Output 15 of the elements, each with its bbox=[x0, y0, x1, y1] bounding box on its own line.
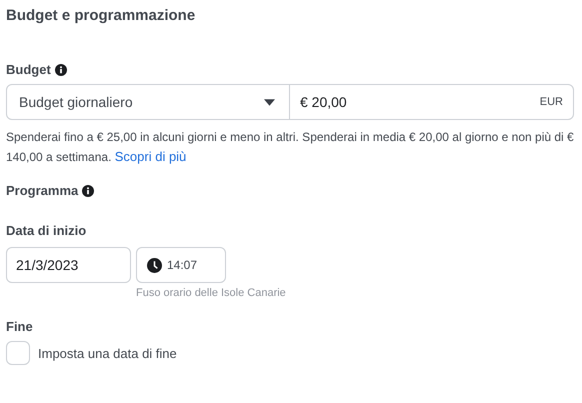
info-icon[interactable] bbox=[82, 185, 94, 197]
section-label: Programma bbox=[6, 183, 78, 199]
field-label: Budget bbox=[6, 62, 51, 78]
checkbox-label[interactable]: Imposta una data di fine bbox=[38, 346, 177, 360]
field-label: Data di inizio bbox=[6, 223, 86, 239]
time-field[interactable]: 14:07 bbox=[136, 247, 226, 283]
checkbox[interactable] bbox=[6, 341, 30, 365]
field-label: Fine bbox=[6, 319, 33, 335]
section-title: Budget e programmazione bbox=[6, 6, 196, 26]
timezone-note: Fuso orario delle Isole Canarie bbox=[136, 287, 286, 299]
clock-icon bbox=[147, 258, 162, 272]
info-icon[interactable] bbox=[54, 64, 67, 76]
date-field[interactable]: 21/3/2023 bbox=[6, 247, 131, 283]
learn-more-link[interactable]: Scopri di più bbox=[114, 149, 186, 164]
budget-description: Spenderai fino a € 25,00 in alcuni giorni e meno in altri. Spenderai in media € 20,00 al giorno e non più di € 140,00 a settimana. Scopri di più bbox=[6, 129, 574, 166]
